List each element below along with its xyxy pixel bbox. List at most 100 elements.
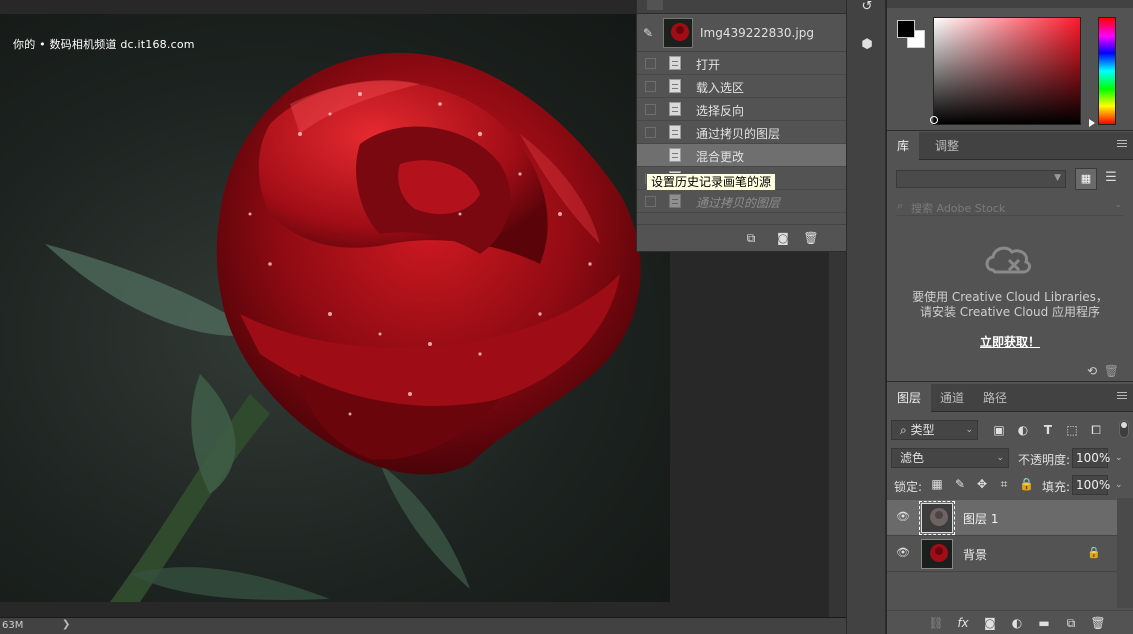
adobe-stock-search-input[interactable]: ⌕ 搜索 Adobe Stock ⌄ <box>896 198 1124 216</box>
layer-row[interactable]: 👁 背景 🔒 <box>887 536 1117 572</box>
shape-layer-filter-icon[interactable]: ⬚ <box>1064 422 1080 438</box>
layer-name[interactable]: 背景 <box>963 546 987 563</box>
add-mask-icon[interactable]: ◙ <box>981 615 999 631</box>
history-state-row-active[interactable]: 混合更改 <box>637 144 846 167</box>
layer-style-fx-icon[interactable]: fx <box>954 615 972 631</box>
layers-scrollbar[interactable] <box>1117 498 1133 608</box>
smart-object-filter-icon[interactable]: ⧠ <box>1088 422 1104 438</box>
snapshot-thumbnail <box>663 18 693 48</box>
history-state-document-icon <box>669 125 681 139</box>
install-now-link[interactable]: 立即获取！ <box>887 333 1133 350</box>
panel-menu-icon[interactable] <box>1117 140 1127 150</box>
lock-transparent-pixels-icon[interactable]: ▦ <box>930 477 944 491</box>
chevron-down-icon[interactable]: ⌄ <box>1115 480 1123 490</box>
library-select[interactable]: ▼ <box>896 170 1066 188</box>
history-brush-source-icon[interactable]: ✎ <box>643 26 657 40</box>
search-placeholder: 搜索 Adobe Stock <box>911 202 1006 215</box>
link-layers-icon[interactable]: ⛓ <box>927 615 945 631</box>
eye-icon[interactable]: 👁 <box>896 511 910 522</box>
lock-label: 锁定: <box>894 480 923 494</box>
search-icon: ⌕ <box>897 199 904 212</box>
history-state-document-icon <box>669 148 681 162</box>
trash-icon[interactable]: 🗑 <box>1089 615 1107 631</box>
panel-menu-icon[interactable] <box>1117 392 1127 402</box>
history-state-row[interactable]: 载入选区 <box>637 75 846 98</box>
layer-row[interactable]: 👁 图层 1 <box>887 500 1117 536</box>
search-icon: ⌕ <box>900 423 911 437</box>
hue-slider-marker-icon[interactable] <box>1089 119 1095 127</box>
history-state-label: 通过拷贝的图层 <box>696 196 781 210</box>
tab-channels[interactable]: 通道 <box>930 384 974 412</box>
history-state-document-icon <box>669 56 681 70</box>
tab-adjustments[interactable]: 调整 <box>925 132 969 160</box>
status-menu-arrow-icon[interactable]: ❯ <box>62 619 70 630</box>
adjustment-layer-filter-icon[interactable]: ◐ <box>1015 422 1031 438</box>
history-state-row-undone[interactable]: 通过拷贝的图层 <box>637 190 846 213</box>
hue-slider[interactable] <box>1098 17 1116 125</box>
chevron-down-icon[interactable]: ⌄ <box>1115 453 1123 463</box>
lock-all-icon[interactable]: 🔒 <box>1019 477 1034 491</box>
history-state-row[interactable]: 通过拷贝的图层 <box>637 121 846 144</box>
history-tab[interactable] <box>647 0 663 10</box>
new-group-folder-icon[interactable]: ▬ <box>1035 615 1053 631</box>
history-source-checkbox[interactable] <box>645 196 656 207</box>
lock-artboard-icon[interactable]: ⌗ <box>997 477 1011 491</box>
libraries-tabbar: 库 调整 <box>887 132 1133 161</box>
layer-filter-toggle[interactable] <box>1119 420 1129 438</box>
history-panel-header <box>637 0 846 14</box>
history-state-label: 选择反向 <box>696 104 745 118</box>
blend-mode-value: 滤色 <box>900 451 925 465</box>
foreground-color-swatch[interactable] <box>897 20 915 38</box>
history-state-label: 通过拷贝的图层 <box>696 127 781 141</box>
chevron-down-icon: ⌄ <box>996 453 1004 463</box>
opacity-label: 不透明度: <box>1018 453 1071 467</box>
history-state-row[interactable]: 选择反向 <box>637 98 846 121</box>
color-panel <box>887 0 1133 131</box>
history-panel-icon[interactable]: ↺ <box>855 0 879 18</box>
pixel-layer-filter-icon[interactable]: ▣ <box>991 422 1007 438</box>
snapshot-name: Img439222830.jpg <box>700 26 814 40</box>
adjustment-layer-icon[interactable]: ◐ <box>1008 615 1026 631</box>
history-source-checkbox[interactable] <box>645 150 656 161</box>
tab-libraries[interactable]: 库 <box>887 132 920 161</box>
eye-icon[interactable]: 👁 <box>896 547 910 558</box>
new-layer-icon[interactable]: ⧉ <box>1062 615 1080 631</box>
camera-snapshot-icon[interactable]: ◙ <box>775 231 791 245</box>
history-source-checkbox[interactable] <box>645 58 656 69</box>
grid-view-button[interactable]: ▦ <box>1075 168 1097 190</box>
list-view-button[interactable]: ☰ <box>1100 168 1122 190</box>
right-panel-column: 库 调整 ▼ ▦ ☰ ⌕ 搜索 Adobe Stock ⌄ 要使用 Creati… <box>887 0 1133 634</box>
history-state-row[interactable]: 打开 <box>637 52 846 75</box>
history-source-checkbox[interactable] <box>645 81 656 92</box>
chevron-down-icon[interactable]: ⌄ <box>1114 200 1122 210</box>
history-state-label: 混合更改 <box>696 150 745 164</box>
color-field-cursor[interactable] <box>930 116 938 124</box>
layer-name[interactable]: 图层 1 <box>963 510 998 527</box>
history-state-label: 载入选区 <box>696 81 745 95</box>
layer-filter-kind-select[interactable]: ⌕ 类型 ⌄ <box>891 420 978 440</box>
history-source-checkbox[interactable] <box>645 127 656 138</box>
lock-position-icon[interactable]: ✥ <box>975 477 989 491</box>
document-size-readout: 63M <box>2 620 24 631</box>
history-snapshot-row[interactable]: ✎ Img439222830.jpg <box>637 14 846 52</box>
tab-layers[interactable]: 图层 <box>887 384 932 413</box>
3d-cube-icon[interactable]: ⬢ <box>855 34 879 56</box>
panel-icon-strip: ↺ ⬢ <box>846 0 886 634</box>
lock-image-pixels-icon[interactable]: ✎ <box>953 477 967 491</box>
blend-mode-select[interactable]: 滤色 ⌄ <box>891 448 1009 468</box>
opacity-input[interactable]: 100% <box>1072 448 1110 468</box>
cc-sync-icon[interactable]: ⟲ <box>1087 364 1097 378</box>
rose-photo-canvas[interactable]: 你的 • 数码相机频道 dc.it168.com <box>0 14 670 602</box>
history-source-checkbox[interactable] <box>645 104 656 115</box>
color-picker-field[interactable] <box>933 17 1081 125</box>
new-document-from-state-icon[interactable]: ⧉ <box>743 231 759 245</box>
fill-input[interactable]: 100% <box>1072 475 1110 495</box>
trash-icon[interactable]: 🗑 <box>803 231 819 245</box>
color-panel-tabs[interactable] <box>887 0 1133 8</box>
status-bar: 63M ❯ <box>0 617 846 634</box>
tab-paths[interactable]: 路径 <box>973 384 1017 412</box>
history-state-document-icon <box>669 79 681 93</box>
type-layer-filter-icon[interactable]: T <box>1040 422 1056 438</box>
layer-thumbnail <box>919 501 955 535</box>
trash-icon[interactable]: 🗑 <box>1104 364 1119 378</box>
